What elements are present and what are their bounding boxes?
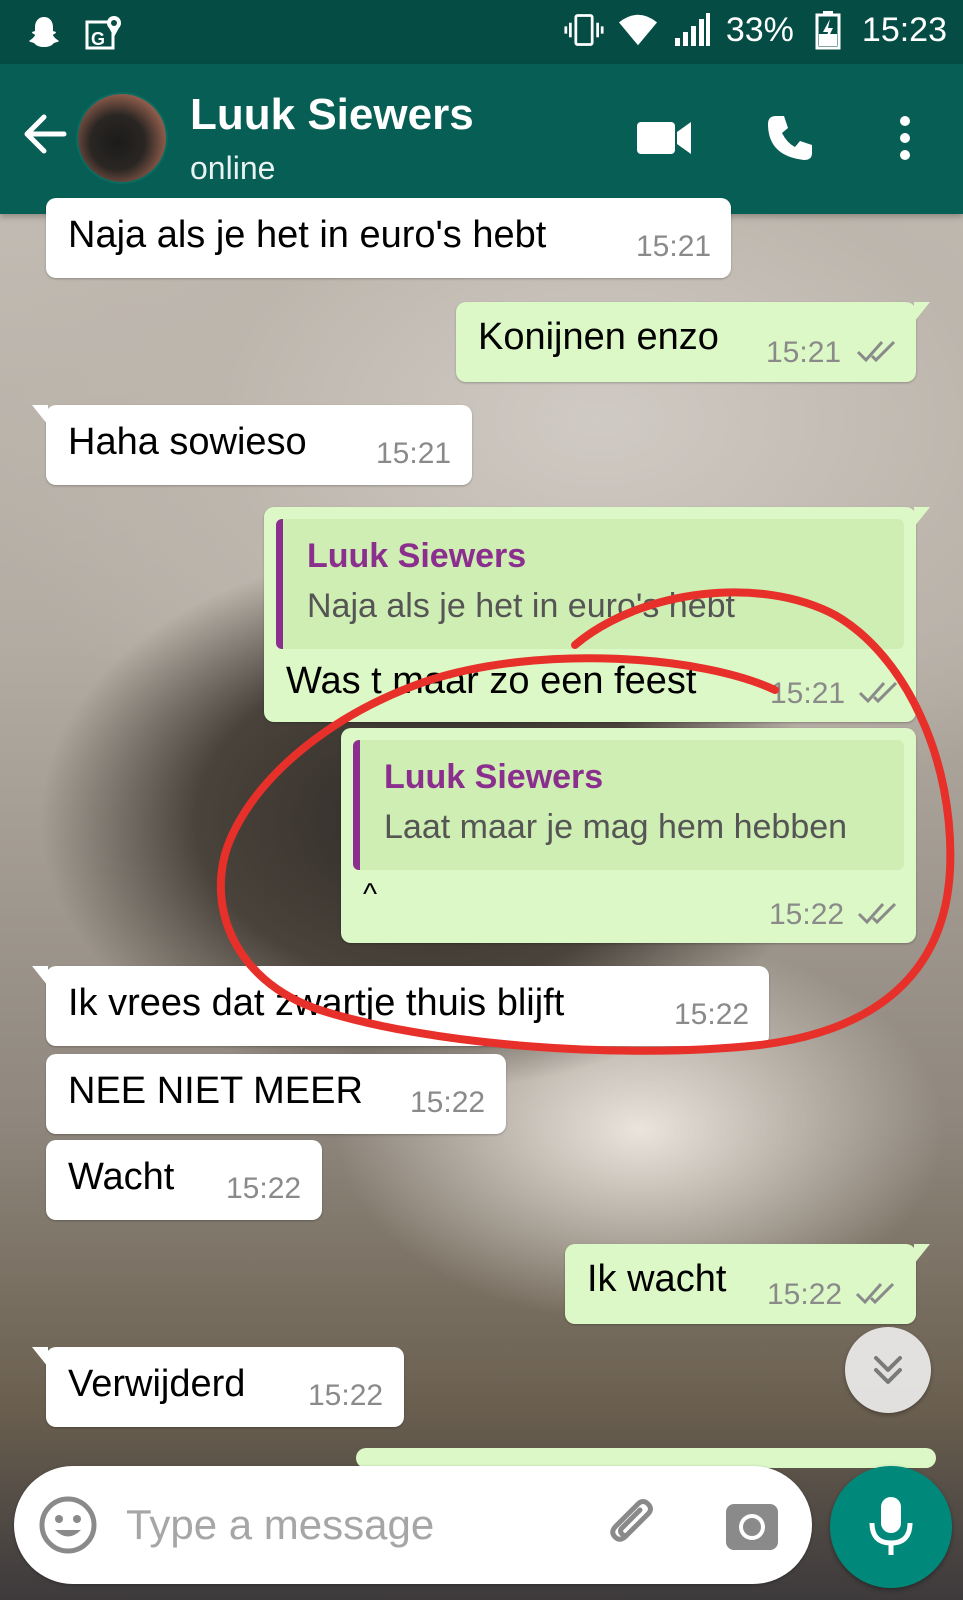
mic-button[interactable] — [830, 1466, 952, 1588]
message-time: 15:22 — [769, 898, 845, 931]
quoted-sender: Luuk Siewers — [307, 537, 527, 575]
message-bubble-incoming[interactable]: Ik vrees dat zwartje thuis blijft 15:22 — [32, 966, 769, 1046]
read-ticks-icon — [858, 681, 898, 704]
scroll-to-bottom-button[interactable] — [845, 1327, 931, 1413]
message-text: Verwijderd — [68, 1363, 246, 1405]
message-text: Haha sowieso — [68, 421, 307, 463]
message-bubble-outgoing-reply[interactable]: Luuk Siewers Naja als je het in euro's h… — [264, 507, 930, 722]
more-options-icon[interactable] — [875, 108, 935, 168]
message-text: Ik wacht — [587, 1258, 727, 1300]
message-bubble-incoming[interactable]: Verwijderd 15:22 — [32, 1347, 404, 1427]
message-time: 15:22 — [767, 1278, 843, 1311]
message-text: Konijnen enzo — [478, 316, 719, 358]
emoji-icon[interactable] — [38, 1495, 98, 1555]
message-input[interactable] — [126, 1492, 566, 1558]
contact-status: online — [190, 150, 276, 186]
snapchat-icon — [24, 12, 64, 52]
back-arrow-icon[interactable] — [20, 109, 70, 159]
google-maps-icon: G — [84, 12, 124, 52]
message-bubble-incoming[interactable]: Naja als je het in euro's hebt 15:21 — [46, 198, 731, 278]
message-bubble-outgoing[interactable]: Konijnen enzo 15:21 — [456, 302, 930, 382]
quoted-text: Naja als je het in euro's hebt — [307, 587, 735, 625]
camera-icon[interactable] — [722, 1496, 782, 1556]
message-time: 15:22 — [674, 998, 750, 1031]
quoted-text: Laat maar je mag hem hebben — [384, 808, 848, 846]
phone-call-icon[interactable] — [760, 108, 820, 168]
message-text: Wacht — [68, 1156, 175, 1198]
message-time: 15:21 — [636, 230, 712, 263]
message-time: 15:22 — [410, 1086, 486, 1119]
svg-text:G: G — [91, 29, 105, 49]
message-text: Was t maar zo een feest — [286, 660, 697, 702]
message-time: 15:21 — [376, 437, 452, 470]
quoted-sender: Luuk Siewers — [384, 758, 604, 796]
double-chevron-down-icon — [874, 1356, 902, 1384]
message-bubble-incoming[interactable]: Haha sowieso 15:21 — [32, 405, 472, 485]
message-text: Naja als je het in euro's hebt — [68, 214, 547, 256]
clock: 15:23 — [861, 10, 947, 49]
message-composer — [14, 1466, 812, 1584]
quoted-message[interactable]: Luuk Siewers Laat maar je mag hem hebben — [353, 740, 904, 870]
message-time: 15:21 — [766, 336, 842, 369]
contact-name[interactable]: Luuk Siewers — [190, 90, 474, 140]
video-call-icon[interactable] — [634, 108, 694, 168]
chat-header: Luuk Siewers online — [0, 64, 963, 214]
read-ticks-icon — [856, 340, 896, 363]
message-text: ^ — [363, 878, 378, 911]
message-bubble-outgoing[interactable]: Ik wacht 15:22 — [565, 1244, 930, 1324]
read-ticks-icon — [855, 1282, 895, 1305]
message-bubble-incoming[interactable]: NEE NIET MEER 15:22 — [46, 1054, 506, 1134]
message-text: Ik vrees dat zwartje thuis blijft — [68, 982, 565, 1024]
message-bubble-outgoing-reply[interactable]: Luuk Siewers Laat maar je mag hem hebben… — [341, 728, 916, 943]
status-bar: G 33% 15:23 — [0, 0, 963, 64]
message-text: NEE NIET MEER — [68, 1070, 363, 1112]
avatar[interactable] — [76, 92, 168, 184]
message-bubble-partial — [356, 1448, 936, 1468]
message-time: 15:22 — [308, 1379, 384, 1412]
quoted-message[interactable]: Luuk Siewers Naja als je het in euro's h… — [276, 519, 904, 649]
battery-percent: 33% — [725, 10, 794, 49]
mic-icon — [869, 1497, 913, 1555]
message-bubble-incoming[interactable]: Wacht 15:22 — [46, 1140, 322, 1220]
battery-charging-icon — [808, 10, 848, 50]
message-time: 15:22 — [226, 1172, 302, 1205]
attach-icon[interactable] — [604, 1496, 664, 1556]
message-time: 15:21 — [770, 677, 846, 710]
read-ticks-icon — [857, 902, 897, 925]
signal-icon — [672, 10, 712, 50]
wifi-icon — [618, 10, 658, 50]
vibrate-icon — [564, 10, 604, 50]
